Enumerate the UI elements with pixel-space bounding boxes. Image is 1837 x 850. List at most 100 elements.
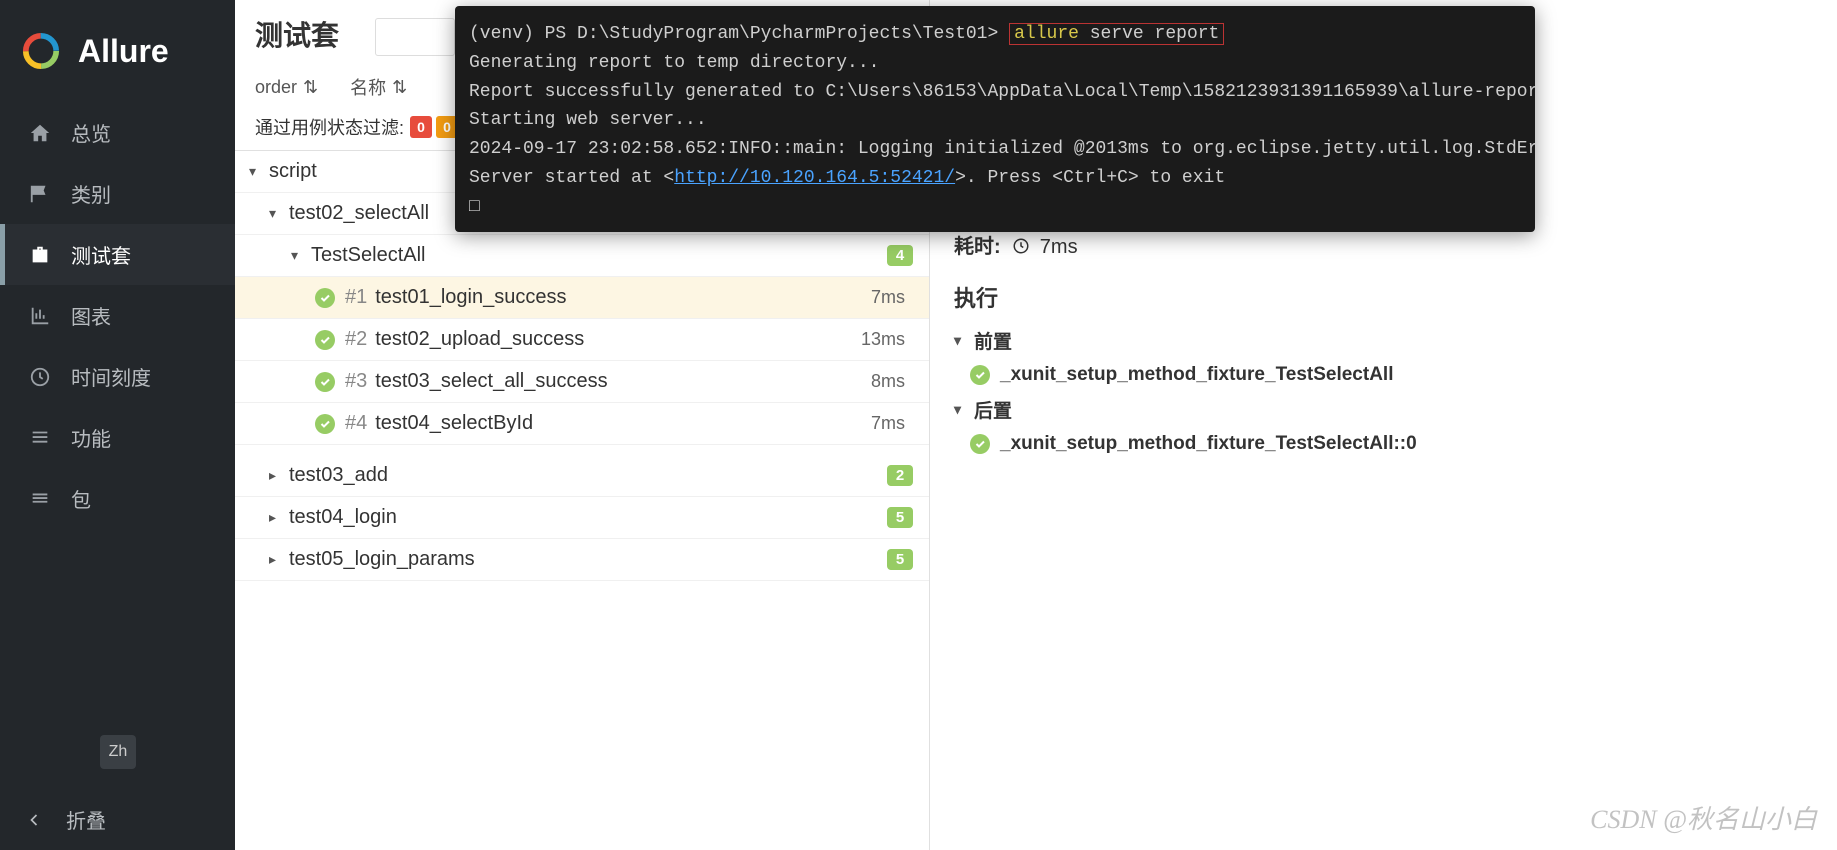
clock-icon (29, 366, 51, 388)
count-badge: 4 (887, 245, 913, 266)
package-icon (29, 488, 51, 510)
test-duration: 8ms (871, 371, 905, 392)
test-index: #1 (345, 286, 367, 309)
teardown-section[interactable]: 后置 (954, 396, 1813, 423)
nav-label: 测试套 (71, 240, 131, 269)
fixture-name: _xunit_setup_method_fixture_TestSelectAl… (1000, 364, 1393, 386)
filter-failed[interactable]: 0 (410, 116, 432, 138)
chart-icon (29, 305, 51, 327)
terminal-window[interactable]: (venv) PS D:\StudyProgram\PycharmProject… (455, 6, 1535, 232)
terminal-url[interactable]: http://10.120.164.5:52421/ (674, 168, 955, 188)
nav-label: 功能 (71, 423, 111, 452)
nav-label: 类别 (71, 179, 111, 208)
sort-name-label: 名称 (350, 74, 386, 100)
fixture-name: _xunit_setup_method_fixture_TestSelectAl… (1000, 433, 1417, 455)
nav-suites[interactable]: 测试套 (0, 224, 235, 285)
test-duration: 7ms (871, 287, 905, 308)
collapse-button[interactable]: 折叠 (0, 789, 235, 850)
nav-timeline[interactable]: 时间刻度 (0, 346, 235, 407)
terminal-command: allure serve report (1009, 23, 1224, 45)
briefcase-icon (29, 244, 51, 266)
test-name: test01_login_success (375, 286, 871, 309)
status-pass-icon (970, 365, 990, 385)
execution-section: 执行 (954, 281, 1813, 313)
tree-node-test[interactable]: #2 test02_upload_success 13ms (235, 319, 929, 361)
tree-node-suite[interactable]: test03_add 2 (235, 455, 929, 497)
terminal-line: Server started at < (469, 168, 674, 188)
test-index: #3 (345, 370, 367, 393)
home-icon (29, 122, 51, 144)
tree-label: TestSelectAll (311, 244, 887, 267)
chevron-down-icon (954, 401, 968, 418)
terminal-prompt: (venv) PS D:\StudyProgram\PycharmProject… (469, 24, 998, 44)
status-pass-icon (315, 414, 335, 434)
count-badge: 5 (887, 549, 913, 570)
collapse-label: 折叠 (66, 805, 106, 834)
sort-icon: ⇅ (303, 77, 318, 98)
logo-text: Allure (78, 33, 169, 70)
sort-name[interactable]: 名称 ⇅ (350, 74, 407, 100)
sort-order[interactable]: order ⇅ (255, 74, 318, 100)
tree-label: test03_add (289, 464, 887, 487)
nav-label: 图表 (71, 301, 111, 330)
terminal-line: >. Press <Ctrl+C> to exit (955, 168, 1225, 188)
sort-order-label: order (255, 77, 297, 98)
search-input[interactable] (375, 18, 455, 56)
tree-node-suite[interactable]: test04_login 5 (235, 497, 929, 539)
tree-node-test[interactable]: #3 test03_select_all_success 8ms (235, 361, 929, 403)
chevron-down-icon (291, 247, 305, 264)
tree-node-test[interactable]: #1 test01_login_success 7ms (235, 277, 929, 319)
test-duration: 13ms (861, 329, 905, 350)
terminal-line: Starting web server... (469, 110, 707, 130)
chevron-left-icon (24, 810, 44, 830)
status-pass-icon (970, 434, 990, 454)
test-index: #4 (345, 412, 367, 435)
fixture-row[interactable]: _xunit_setup_method_fixture_TestSelectAl… (970, 433, 1813, 455)
teardown-label: 后置 (974, 396, 1012, 423)
status-pass-icon (315, 288, 335, 308)
tree-node-test[interactable]: #4 test04_selectById 7ms (235, 403, 929, 445)
nav-graphs[interactable]: 图表 (0, 285, 235, 346)
logo[interactable]: Allure (0, 0, 235, 102)
count-badge: 5 (887, 507, 913, 528)
terminal-line: Generating report to temp directory... (469, 53, 879, 73)
sidebar: Allure 总览 类别 测试套 图表 时间刻度 (0, 0, 235, 850)
fixture-row[interactable]: _xunit_setup_method_fixture_TestSelectAl… (970, 364, 1813, 386)
nav-label: 包 (71, 484, 91, 513)
nav-categories[interactable]: 类别 (0, 163, 235, 224)
status-pass-icon (315, 330, 335, 350)
test-duration: 7ms (871, 413, 905, 434)
nav-overview[interactable]: 总览 (0, 102, 235, 163)
flag-icon (29, 183, 51, 205)
nav: 总览 类别 测试套 图表 时间刻度 功能 (0, 102, 235, 715)
nav-packages[interactable]: 包 (0, 468, 235, 529)
chevron-right-icon (269, 509, 283, 526)
duration-value: 7ms (1040, 236, 1078, 258)
terminal-line: 2024-09-17 23:02:58.652:INFO::main: Logg… (469, 139, 1535, 159)
terminal-line: Report successfully generated to C:\User… (469, 82, 1535, 102)
chevron-right-icon (269, 551, 283, 568)
clock-icon (1012, 237, 1030, 255)
duration-label: 耗时: (954, 236, 1001, 258)
filter-label: 通过用例状态过滤: (255, 114, 404, 140)
nav-label: 时间刻度 (71, 362, 151, 391)
nav-behaviors[interactable]: 功能 (0, 407, 235, 468)
tree-label: test04_login (289, 506, 887, 529)
test-index: #2 (345, 328, 367, 351)
tree-node-suite[interactable]: test05_login_params 5 (235, 539, 929, 581)
test-name: test04_selectById (375, 412, 871, 435)
panel-title: 测试套 (255, 18, 365, 54)
list-icon (29, 427, 51, 449)
chevron-down-icon (269, 205, 283, 222)
status-pass-icon (315, 372, 335, 392)
cmd-allure: allure (1014, 24, 1079, 44)
setup-section[interactable]: 前置 (954, 327, 1813, 354)
language-selector[interactable]: Zh (100, 735, 136, 769)
chevron-right-icon (269, 467, 283, 484)
nav-label: 总览 (71, 118, 111, 147)
chevron-down-icon (249, 163, 263, 180)
tree-node-class[interactable]: TestSelectAll 4 (235, 235, 929, 277)
tree-label: test05_login_params (289, 548, 887, 571)
test-name: test02_upload_success (375, 328, 861, 351)
test-tree[interactable]: script 16 test02_selectAll 4 TestSelectA… (235, 151, 929, 850)
